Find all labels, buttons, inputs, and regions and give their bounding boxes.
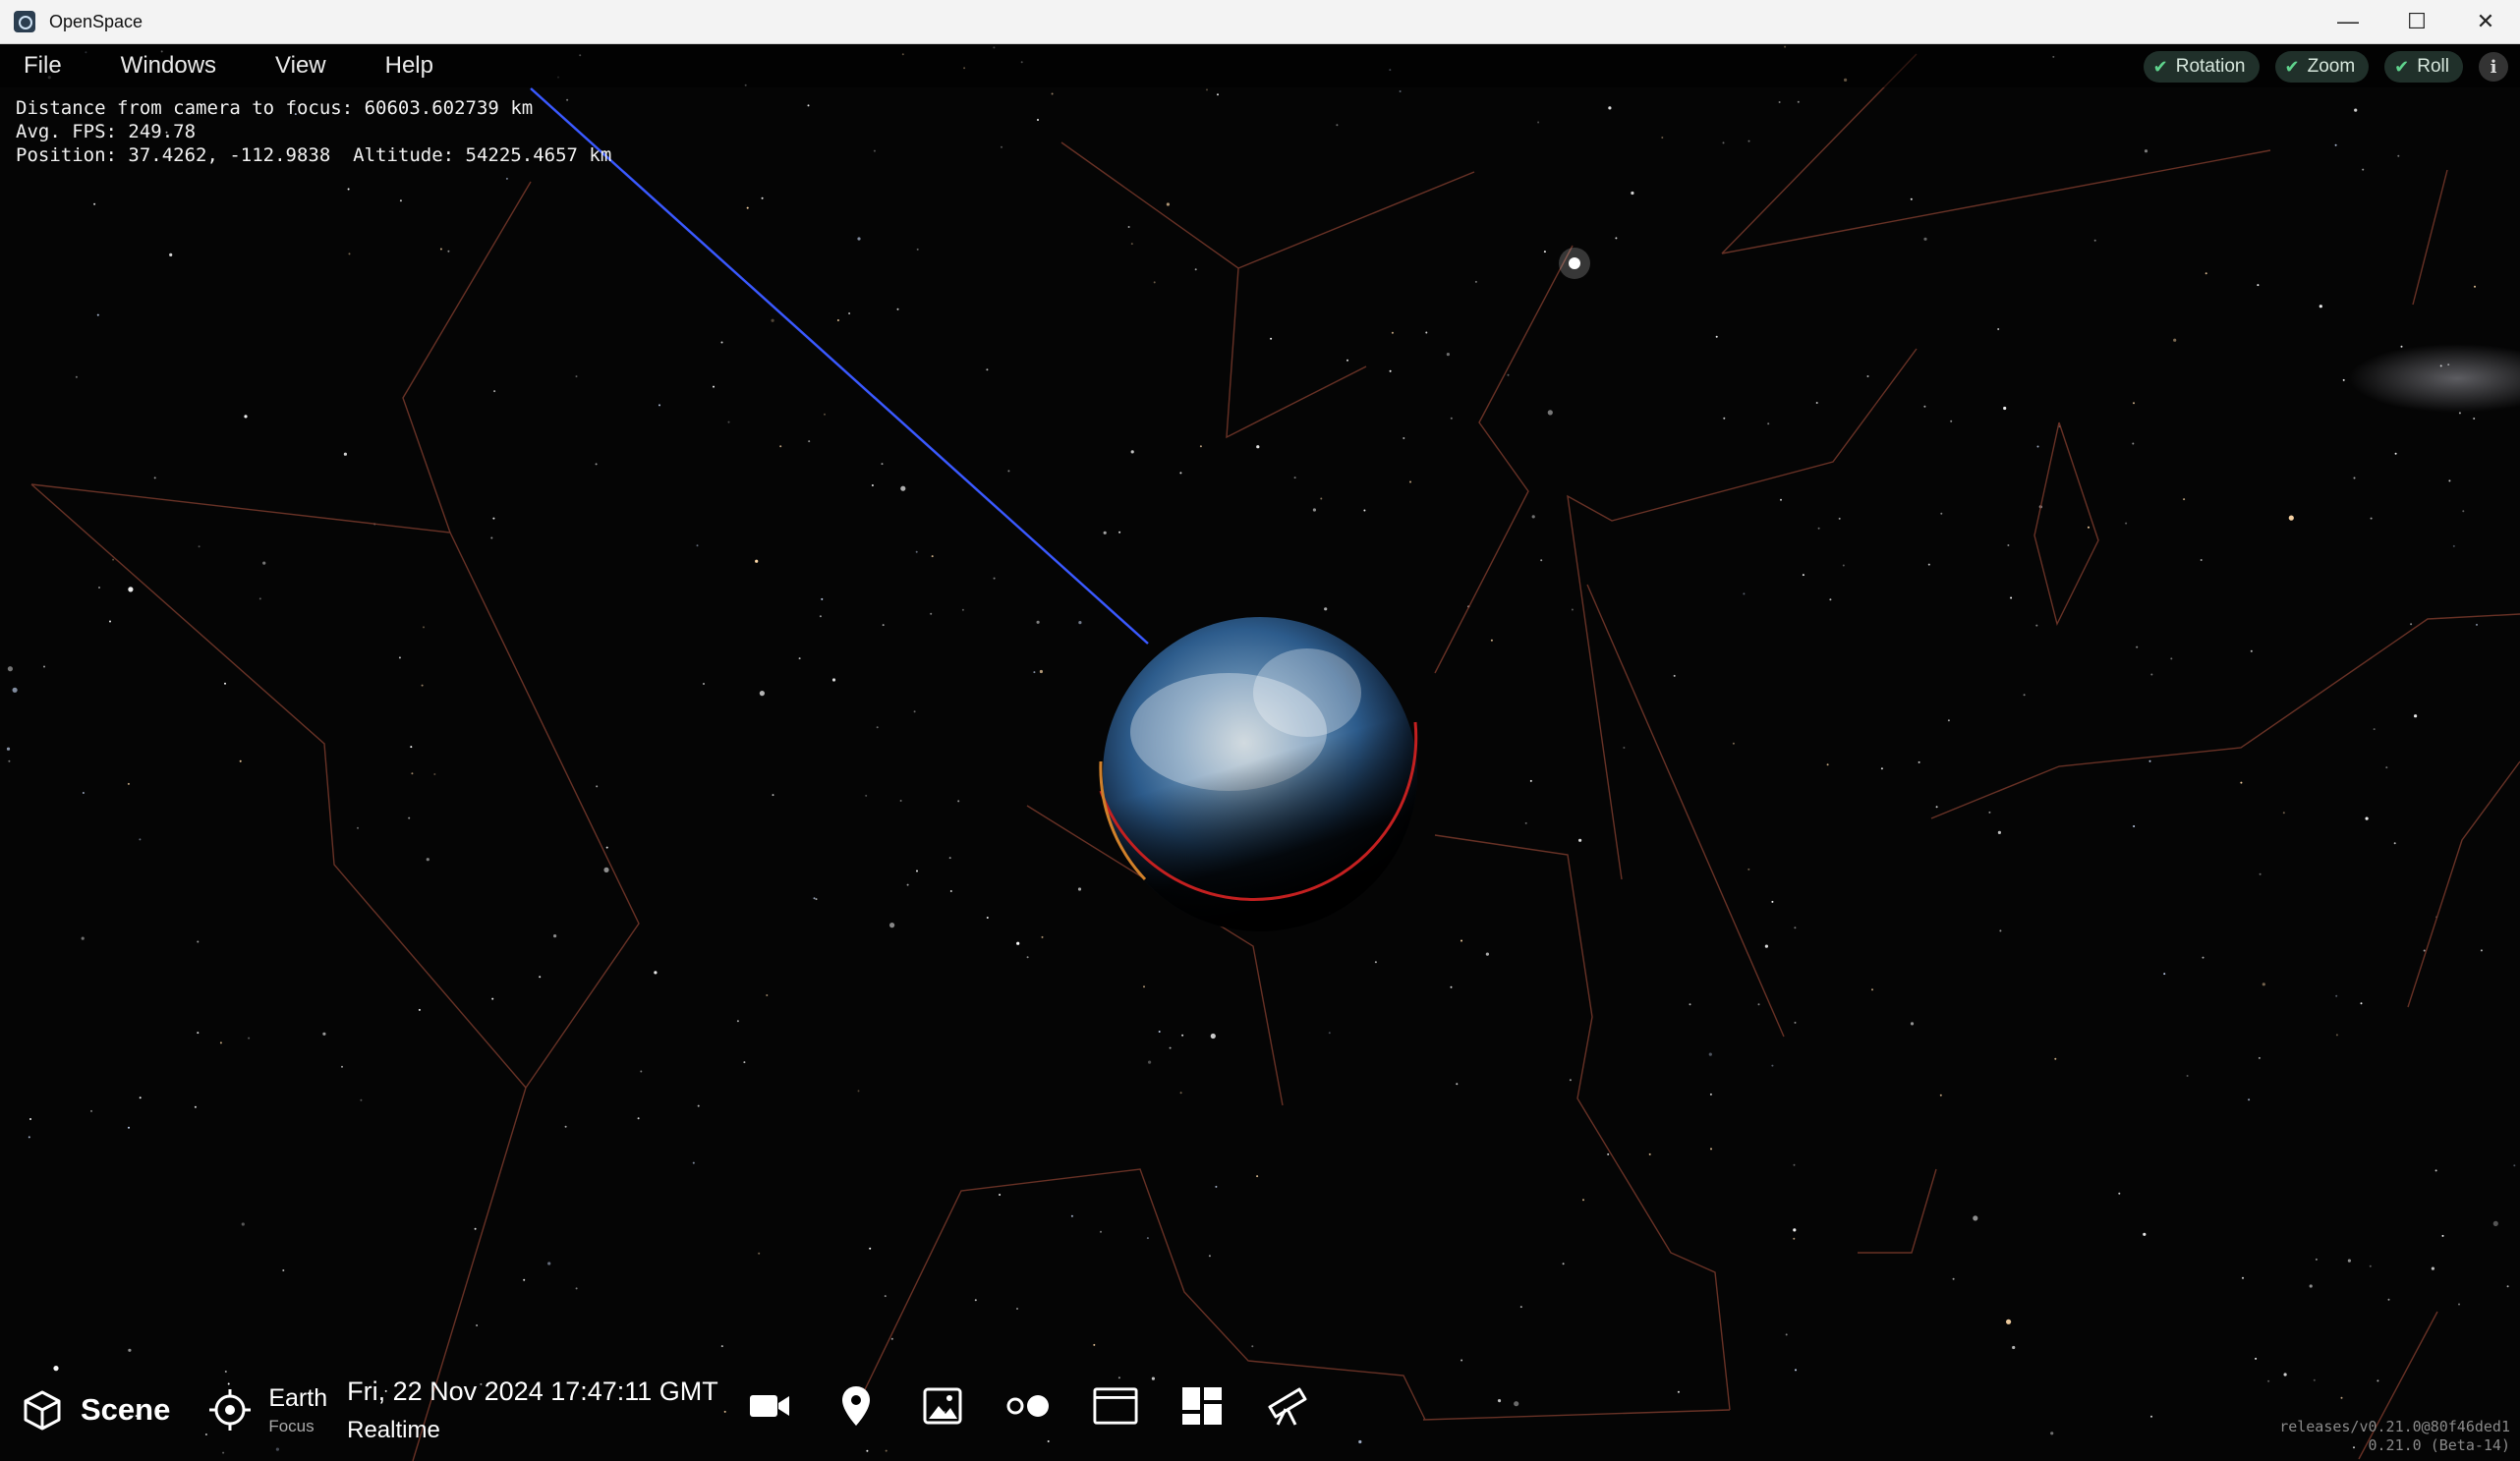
- camera-stats: Distance from camera to focus: 60603.602…: [16, 96, 611, 167]
- pin-icon[interactable]: [833, 1383, 879, 1429]
- cube-icon: [24, 1390, 61, 1431]
- check-icon: ✔: [2394, 56, 2410, 77]
- position-text: Position: 37.4262, -112.9838 Altitude: 5…: [16, 144, 612, 166]
- menu-windows[interactable]: Windows: [97, 52, 252, 80]
- rotation-toggle[interactable]: ✔ Rotation: [2143, 51, 2260, 83]
- dots-icon[interactable]: [1006, 1383, 1052, 1429]
- zoom-label: Zoom: [2307, 56, 2356, 77]
- focus-name: Earth: [268, 1383, 328, 1412]
- info-icon[interactable]: i: [2479, 52, 2508, 82]
- window-title: OpenSpace: [49, 11, 143, 31]
- image-icon[interactable]: [920, 1383, 965, 1429]
- version-branch: releases/v0.21.0@80f46ded1: [2279, 1418, 2510, 1435]
- earth-planet: [1103, 617, 1417, 931]
- menu-file[interactable]: File: [0, 52, 97, 80]
- check-icon: ✔: [2152, 56, 2168, 77]
- date-time: Fri, 22 Nov 2024 17:47:11 GMT: [347, 1376, 718, 1406]
- menu-view[interactable]: View: [252, 52, 362, 80]
- title-bar: OpenSpace — ☐ ✕: [0, 0, 2520, 44]
- scene-button[interactable]: Scene: [22, 1389, 170, 1431]
- roll-toggle[interactable]: ✔ Roll: [2384, 51, 2463, 83]
- check-icon: ✔: [2284, 56, 2300, 77]
- toolbar: [747, 1383, 1311, 1429]
- version-info: releases/v0.21.0@80f46ded1 0.21.0 (Beta-…: [2279, 1418, 2510, 1455]
- rotation-label: Rotation: [2175, 56, 2246, 77]
- crosshair-icon: [209, 1389, 252, 1431]
- version-number: 0.21.0 (Beta-14): [2368, 1436, 2511, 1454]
- nebula: [2349, 344, 2520, 413]
- scene-label: Scene: [81, 1392, 171, 1427]
- roll-label: Roll: [2417, 56, 2449, 77]
- distance-text: Distance from camera to focus: 60603.602…: [16, 97, 534, 119]
- openspace-logo-icon: [14, 11, 35, 32]
- trail-line: [530, 87, 1149, 645]
- close-button[interactable]: ✕: [2451, 0, 2520, 43]
- time-panel[interactable]: Fri, 22 Nov 2024 17:47:11 GMT Realtime: [347, 1377, 718, 1444]
- camera-icon[interactable]: [747, 1383, 792, 1429]
- focus-button[interactable]: Earth Focus: [207, 1384, 327, 1436]
- fps-text: Avg. FPS: 249.78: [16, 121, 197, 142]
- menu-bar: File Windows View Help: [0, 44, 2520, 87]
- focus-sublabel: Focus: [268, 1416, 315, 1435]
- time-mode: Realtime: [347, 1416, 440, 1443]
- space-viewport[interactable]: [0, 44, 2520, 1461]
- minimize-button[interactable]: —: [2314, 0, 2382, 43]
- camera-toggles: ✔ Rotation ✔ Zoom ✔ Roll i: [2143, 51, 2508, 83]
- window-icon[interactable]: [1093, 1383, 1138, 1429]
- telescope-icon[interactable]: [1266, 1383, 1311, 1429]
- star-field: [6, 45, 2520, 1461]
- zoom-toggle[interactable]: ✔ Zoom: [2274, 51, 2370, 83]
- menu-help[interactable]: Help: [362, 52, 469, 80]
- maximize-button[interactable]: ☐: [2382, 0, 2451, 43]
- layout-icon[interactable]: [1179, 1383, 1225, 1429]
